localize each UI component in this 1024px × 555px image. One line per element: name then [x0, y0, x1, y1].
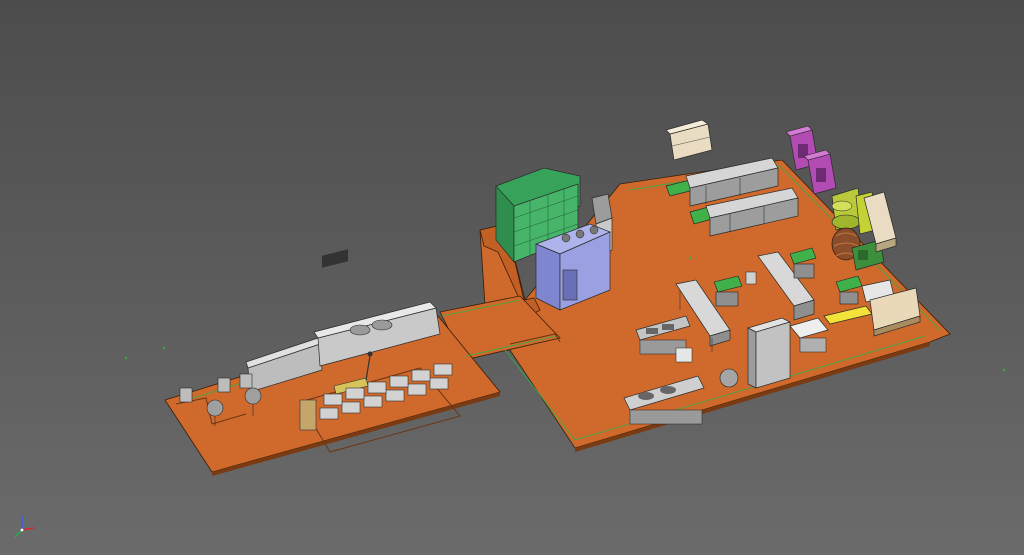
factory-layout-scene[interactable]: [0, 0, 1024, 555]
mixing-bowl-left[interactable]: [349, 324, 371, 336]
axis-triad-icon: [14, 516, 35, 538]
divider-control-panel[interactable]: [322, 249, 348, 268]
cad-viewport[interactable]: [0, 0, 1024, 555]
tall-cabinet[interactable]: [747, 317, 791, 389]
storage-shelf[interactable]: [665, 119, 713, 161]
cold-room-door[interactable]: [562, 269, 578, 301]
mixing-bowl-right[interactable]: [371, 319, 393, 331]
